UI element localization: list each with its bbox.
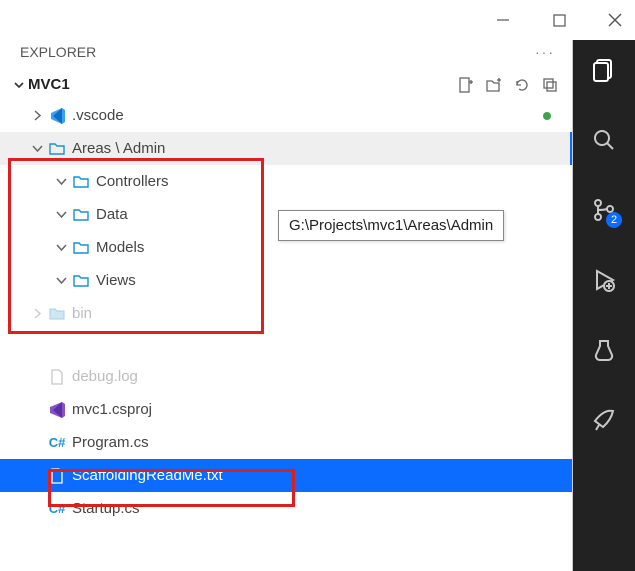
run-debug-activity-button[interactable]	[584, 260, 624, 300]
new-file-icon[interactable]	[457, 76, 475, 94]
tree-item-label: Data	[96, 206, 128, 223]
folder-icon	[46, 305, 68, 323]
folder-open-icon	[70, 173, 92, 191]
live-share-activity-button[interactable]	[584, 400, 624, 440]
folder-open-icon	[70, 206, 92, 224]
new-folder-icon[interactable]	[485, 76, 503, 94]
tree-file-csproj[interactable]: mvc1.csproj	[0, 393, 573, 426]
tree-folder-controllers[interactable]: Controllers	[0, 165, 573, 198]
minimize-button[interactable]	[491, 8, 515, 32]
csharp-icon: C#	[46, 435, 68, 450]
tree-item-label: ScaffoldingReadMe.txt	[72, 467, 223, 484]
path-tooltip: G:\Projects\mvc1\Areas\Admin	[278, 210, 504, 241]
explorer-panel: EXPLORER ··· MVC1	[0, 40, 573, 571]
tree-file-debug-log[interactable]: debug.log	[0, 360, 573, 393]
tree-folder-areas-admin[interactable]: Areas \ Admin	[0, 132, 573, 165]
visual-studio-icon	[46, 401, 68, 419]
tree-item-label: mvc1.csproj	[72, 401, 152, 418]
project-name: MVC1	[28, 76, 70, 93]
vscode-icon	[46, 107, 68, 125]
chevron-down-icon	[52, 242, 70, 253]
tree-item-label: .vscode	[72, 107, 124, 124]
tree-file-startup-cs[interactable]: C# Startup.cs	[0, 492, 573, 525]
file-icon	[46, 369, 68, 385]
tree-file-scaffolding[interactable]: ScaffoldingReadMe.txt	[0, 459, 573, 492]
explorer-title: EXPLORER	[20, 44, 96, 60]
modified-indicator-icon	[543, 112, 551, 120]
chevron-right-icon	[28, 110, 46, 121]
tree-item-label: Program.cs	[72, 434, 149, 451]
file-icon	[46, 468, 68, 484]
file-tree: .vscode Areas \ Admin Control	[0, 99, 573, 525]
tree-item-label: Startup.cs	[72, 500, 140, 517]
tree-file-program-cs[interactable]: C# Program.cs	[0, 426, 573, 459]
folder-open-icon	[70, 239, 92, 257]
tree-item-label: Views	[96, 272, 136, 289]
chevron-down-icon	[28, 143, 46, 154]
testing-activity-button[interactable]	[584, 330, 624, 370]
activity-bar: 2	[573, 40, 635, 571]
chevron-down-icon	[10, 79, 28, 91]
folder-open-icon	[70, 272, 92, 290]
window-titlebar	[0, 0, 635, 40]
search-activity-button[interactable]	[584, 120, 624, 160]
tree-folder-views[interactable]: Views	[0, 264, 573, 297]
tree-folder-vscode[interactable]: .vscode	[0, 99, 573, 132]
explorer-more-icon[interactable]: ···	[535, 44, 555, 60]
explorer-activity-button[interactable]	[584, 50, 624, 90]
chevron-down-icon	[52, 275, 70, 286]
close-button[interactable]	[603, 8, 627, 32]
tree-folder-bin[interactable]: bin	[0, 297, 573, 330]
collapse-all-icon[interactable]	[541, 76, 559, 94]
project-header[interactable]: MVC1	[0, 70, 573, 99]
tree-item-label: bin	[72, 305, 92, 322]
tree-item-label: Models	[96, 239, 144, 256]
tree-item-label: Controllers	[96, 173, 169, 190]
chevron-down-icon	[52, 176, 70, 187]
chevron-right-icon	[28, 308, 46, 319]
maximize-button[interactable]	[547, 8, 571, 32]
scm-badge: 2	[606, 212, 622, 228]
chevron-down-icon	[52, 209, 70, 220]
tree-item-label: debug.log	[72, 368, 138, 385]
tree-item-label: Areas \ Admin	[72, 140, 165, 157]
csharp-icon: C#	[46, 501, 68, 516]
source-control-activity-button[interactable]: 2	[584, 190, 624, 230]
folder-open-icon	[46, 140, 68, 158]
refresh-icon[interactable]	[513, 76, 531, 94]
